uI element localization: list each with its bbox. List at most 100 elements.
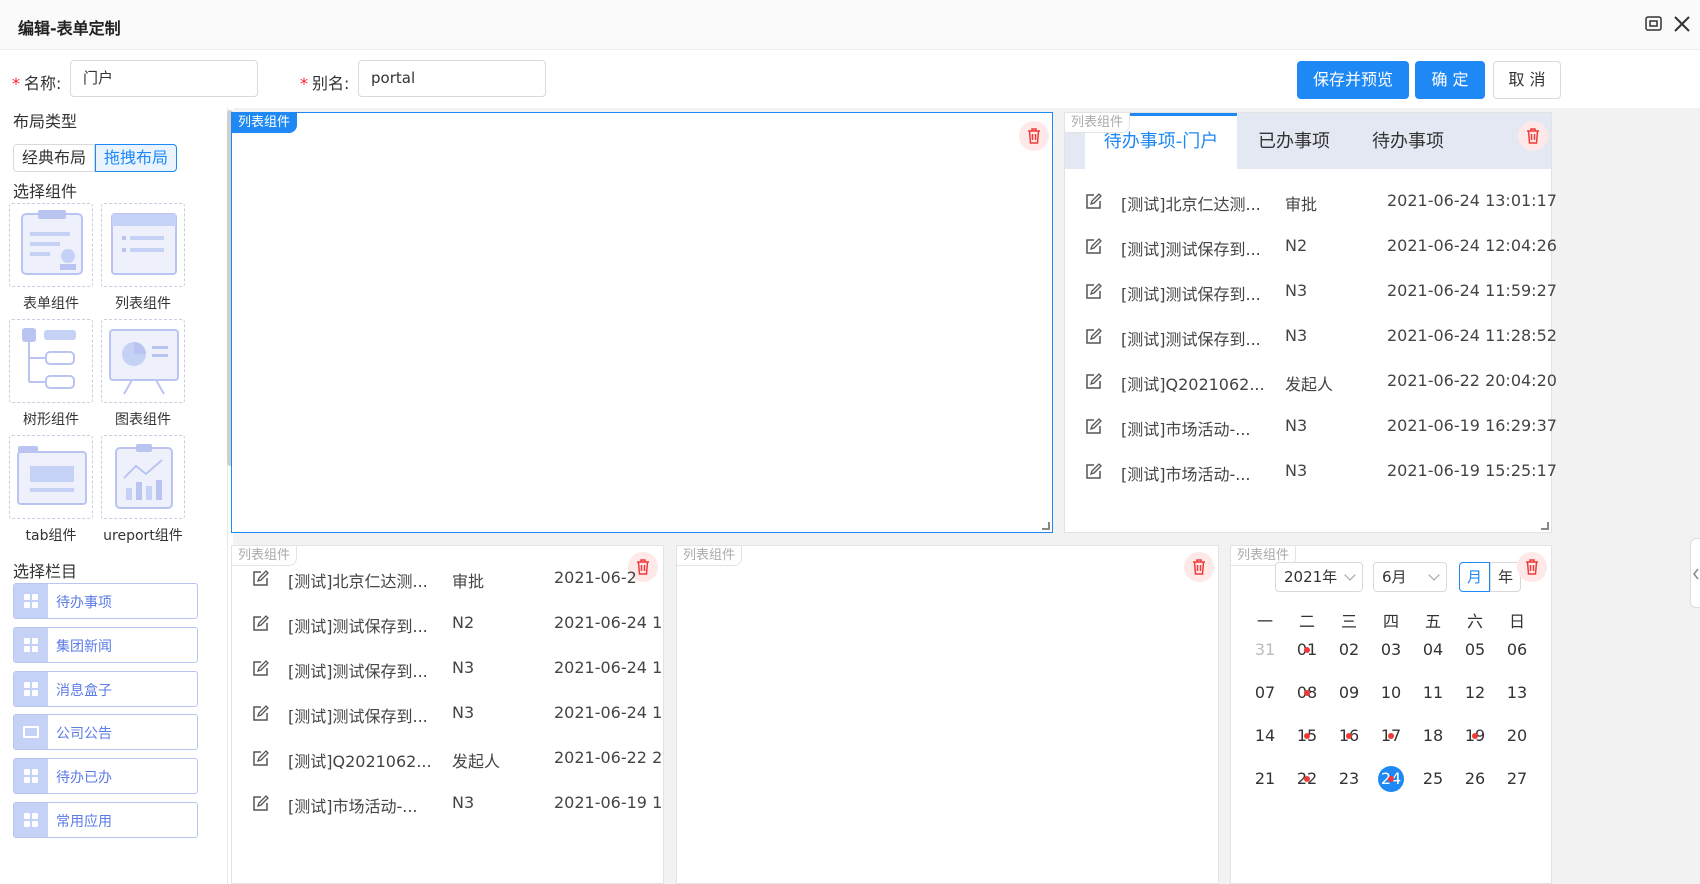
calendar-day[interactable]: 02 <box>1329 636 1369 664</box>
month-view-button[interactable]: 月 <box>1459 562 1490 592</box>
item-time: 2021-06-24 11 <box>554 658 664 677</box>
edit-icon[interactable] <box>1085 373 1102 390</box>
restore-window-icon[interactable] <box>1644 14 1664 34</box>
item-time: 2021-06-19 15:25:17 <box>1387 461 1557 480</box>
column-item-done[interactable]: 待办已办 <box>13 758 198 794</box>
list-item[interactable]: [测试]Q2021062... 发起人 2021-06-22 20:04:20 <box>1065 359 1557 404</box>
column-item-apps[interactable]: 常用应用 <box>13 802 198 838</box>
calendar-day[interactable]: 26 <box>1455 765 1495 793</box>
calendar-day[interactable]: 27 <box>1497 765 1537 793</box>
calendar-day[interactable]: 12 <box>1455 679 1495 707</box>
alias-field[interactable]: portal <box>358 60 546 97</box>
calendar-day[interactable]: 05 <box>1455 636 1495 664</box>
calendar-day[interactable]: 04 <box>1413 636 1453 664</box>
calendar-day[interactable]: 24 <box>1371 765 1411 793</box>
tree-component-label: 树形组件 <box>23 412 79 428</box>
resize-handle[interactable] <box>1541 522 1549 530</box>
delete-button[interactable] <box>1019 121 1049 151</box>
calendar-day[interactable]: 18 <box>1413 722 1453 750</box>
chart-component-label: 图表组件 <box>115 412 171 428</box>
list-item[interactable]: [测试]测试保存到... N3 2021-06-24 11:28:52 <box>1065 314 1557 359</box>
calendar-day[interactable]: 09 <box>1329 679 1369 707</box>
save-preview-button[interactable]: 保存并预览 <box>1297 61 1409 99</box>
tree-component-tile[interactable]: 树形组件 <box>8 319 94 429</box>
calendar-day[interactable]: 06 <box>1497 636 1537 664</box>
calendar-day[interactable]: 10 <box>1371 679 1411 707</box>
calendar-day[interactable]: 03 <box>1371 636 1411 664</box>
column-item-announcement[interactable]: 公司公告 <box>13 714 198 750</box>
chart-component-tile[interactable]: 图表组件 <box>100 319 186 429</box>
alias-label: * 别名: <box>300 74 350 93</box>
close-icon[interactable] <box>1672 14 1692 34</box>
list-component-panel-1[interactable]: 列表组件 <box>231 112 1053 533</box>
list-component-tile[interactable]: 列表组件 <box>100 203 186 313</box>
edit-icon[interactable] <box>1085 283 1102 300</box>
resize-handle[interactable] <box>1042 522 1050 530</box>
calendar-panel[interactable]: 列表组件 2021年 6月 月 年 一二三四五六日310102030405060… <box>1230 545 1552 884</box>
edit-icon[interactable] <box>252 705 269 722</box>
ureport-component-tile[interactable]: ureport组件 <box>100 435 186 545</box>
list-item[interactable]: [测试]测试保存到... N2 2021-06-24 12 <box>232 601 663 646</box>
calendar-day[interactable]: 17 <box>1371 722 1411 750</box>
delete-button[interactable] <box>1517 552 1547 582</box>
calendar-day[interactable]: 23 <box>1329 765 1369 793</box>
list-item[interactable]: [测试]市场活动-... N3 2021-06-19 15:25:17 <box>1065 449 1557 494</box>
column-item-news[interactable]: 集团新闻 <box>13 627 198 663</box>
edit-icon[interactable] <box>1085 418 1102 435</box>
delete-button[interactable] <box>1518 121 1548 151</box>
edit-icon[interactable] <box>252 570 269 587</box>
edit-icon[interactable] <box>252 750 269 767</box>
month-select[interactable]: 6月 <box>1373 562 1447 592</box>
calendar-day[interactable]: 25 <box>1413 765 1453 793</box>
delete-button[interactable] <box>1184 552 1214 582</box>
edit-icon[interactable] <box>1085 328 1102 345</box>
classic-layout-button[interactable]: 经典布局 <box>13 144 96 172</box>
year-select[interactable]: 2021年 <box>1275 562 1363 592</box>
edit-icon[interactable] <box>1085 193 1102 210</box>
column-item-messages[interactable]: 消息盒子 <box>13 671 198 707</box>
list-item[interactable]: [测试]市场活动-... N3 2021-06-19 16 <box>232 781 663 826</box>
calendar-day[interactable]: 11 <box>1413 679 1453 707</box>
calendar-day[interactable]: 01 <box>1287 636 1327 664</box>
list-item[interactable]: [测试]测试保存到... N3 2021-06-24 11 <box>232 691 663 736</box>
edit-icon[interactable] <box>252 795 269 812</box>
form-row: * 名称: 门户 * 别名: portal 保存并预览 确 定 取 消 <box>0 50 1700 108</box>
list-item[interactable]: [测试]测试保存到... N3 2021-06-24 11:59:27 <box>1065 269 1557 314</box>
list-component-panel-2[interactable]: 待办事项-门户 已办事项 待办事项 列表组件 [测试]北京仁达测... 审批 202… <box>1064 112 1557 533</box>
column-item-todo[interactable]: 待办事项 <box>13 583 198 619</box>
calendar-day[interactable]: 22 <box>1287 765 1327 793</box>
drag-layout-button[interactable]: 拖拽布局 <box>95 144 178 172</box>
edit-icon[interactable] <box>1085 238 1102 255</box>
calendar-day[interactable]: 21 <box>1245 765 1285 793</box>
calendar-day[interactable]: 08 <box>1287 679 1327 707</box>
calendar-day[interactable]: 14 <box>1245 722 1285 750</box>
calendar-day[interactable]: 13 <box>1497 679 1537 707</box>
tab-todo[interactable]: 待办事项 <box>1351 113 1465 169</box>
form-component-tile[interactable]: 表单组件 <box>8 203 94 313</box>
edit-icon[interactable] <box>1085 463 1102 480</box>
list-item[interactable]: [测试]北京仁达测... 审批 2021-06-2 <box>232 556 663 601</box>
tab-done[interactable]: 已办事项 <box>1237 113 1351 169</box>
edit-icon[interactable] <box>252 615 269 632</box>
list-component-panel-4[interactable]: 列表组件 <box>676 545 1219 884</box>
list-item[interactable]: [测试]市场活动-... N3 2021-06-19 16:29:37 <box>1065 404 1557 449</box>
list-component-icon <box>101 203 185 287</box>
tab-component-tile[interactable]: tab组件 <box>8 435 94 545</box>
collapse-handle[interactable] <box>1690 538 1700 608</box>
calendar-day[interactable]: 07 <box>1245 679 1285 707</box>
grid-icon <box>14 759 48 793</box>
calendar-day[interactable]: 20 <box>1497 722 1537 750</box>
confirm-button[interactable]: 确 定 <box>1415 61 1485 99</box>
list-item[interactable]: [测试]测试保存到... N3 2021-06-24 11 <box>232 646 663 691</box>
calendar-day[interactable]: 19 <box>1455 722 1495 750</box>
edit-icon[interactable] <box>252 660 269 677</box>
list-item[interactable]: [测试]测试保存到... N2 2021-06-24 12:04:26 <box>1065 224 1557 269</box>
calendar-day[interactable]: 15 <box>1287 722 1327 750</box>
list-item[interactable]: [测试]Q2021062... 发起人 2021-06-22 20 <box>232 736 663 781</box>
name-field[interactable]: 门户 <box>70 60 258 97</box>
list-item[interactable]: [测试]北京仁达测... 审批 2021-06-24 13:01:17 <box>1065 179 1557 224</box>
calendar-day[interactable]: 16 <box>1329 722 1369 750</box>
calendar-day[interactable]: 31 <box>1245 636 1285 664</box>
cancel-button[interactable]: 取 消 <box>1493 61 1561 99</box>
list-component-panel-3[interactable]: 列表组件 [测试]北京仁达测... 审批 2021-06-2 [测试]测试保存到...… <box>231 545 664 884</box>
